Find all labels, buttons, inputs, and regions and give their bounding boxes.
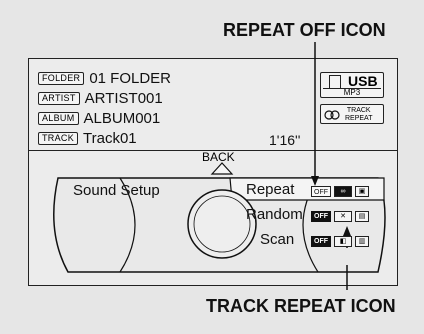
random-option[interactable]: Random bbox=[246, 206, 303, 223]
track-repeat-icon[interactable]: ∞ bbox=[334, 186, 352, 197]
diagram-frame: REPEAT OFF ICON TRACK REPEAT ICON FOLDER… bbox=[0, 0, 424, 334]
random-off-icon[interactable]: OFF bbox=[311, 211, 331, 222]
scan-icon[interactable]: ◧ bbox=[334, 236, 352, 247]
random-icon[interactable]: ✕ bbox=[334, 211, 352, 222]
folder-scan-icon[interactable]: ▥ bbox=[355, 236, 369, 247]
folder-repeat-icon[interactable]: ▣ bbox=[355, 186, 369, 197]
back-arrow-icon bbox=[210, 162, 234, 175]
scan-off-icon[interactable]: OFF bbox=[311, 236, 331, 247]
repeat-off-icon[interactable]: OFF bbox=[311, 186, 331, 197]
scan-option[interactable]: Scan bbox=[260, 231, 294, 248]
controller-dial-graphic bbox=[53, 42, 386, 290]
sound-setup-option[interactable]: Sound Setup bbox=[73, 182, 160, 199]
center-knob bbox=[187, 189, 257, 259]
folder-random-icon[interactable]: ▤ bbox=[355, 211, 369, 222]
repeat-option[interactable]: Repeat bbox=[246, 181, 294, 198]
